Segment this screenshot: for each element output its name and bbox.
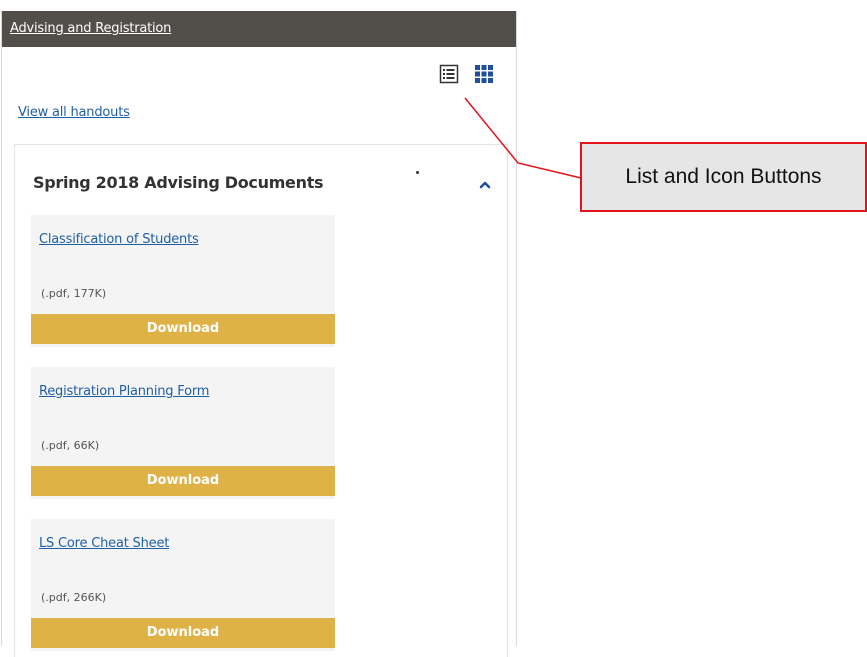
callout-text: List and Icon Buttons	[625, 165, 822, 188]
callout-connector-line	[464, 97, 582, 179]
annotation-callout: List and Icon Buttons	[580, 142, 867, 212]
